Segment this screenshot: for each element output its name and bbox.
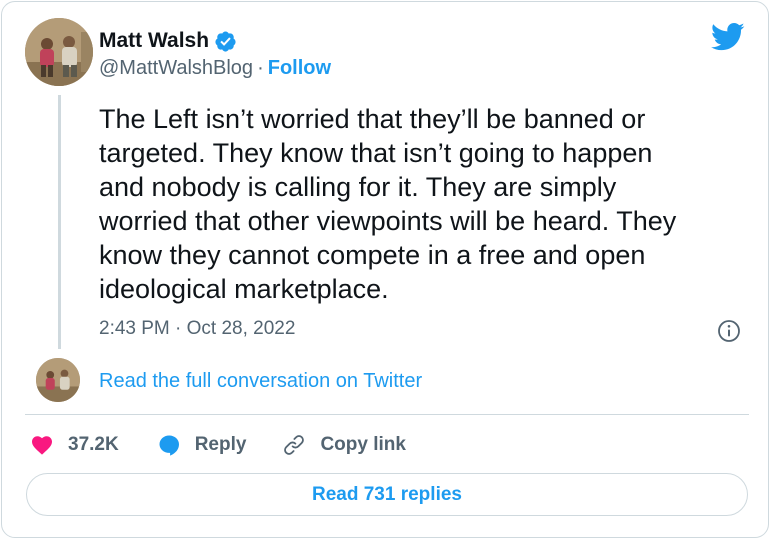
author-handle[interactable]: @MattWalshBlog [99,57,253,80]
heart-icon [32,436,52,455]
author-handle-row: @MattWalshBlog · Follow [99,57,331,80]
author-name-row: Matt Walsh [99,29,237,53]
reply-button[interactable]: Reply [157,433,247,457]
reply-bubble-icon [159,435,179,456]
info-icon[interactable] [717,319,741,343]
read-conversation-link[interactable]: Read the full conversation on Twitter [99,370,422,393]
separator-dot: · [257,57,264,79]
avatar-photo [25,18,93,86]
thread-line [58,95,61,349]
action-bar: 37.2K Reply Copy link [30,430,406,460]
tweet-text: The Left isn’t worried that they’ll be b… [99,104,677,304]
tweet-embed-card: Matt Walsh @MattWalshBlog · Follow The L… [1,1,769,538]
twitter-bird-icon[interactable] [711,22,745,52]
author-name[interactable]: Matt Walsh [99,29,209,53]
copy-link-label: Copy link [320,434,406,455]
divider [25,414,749,415]
like-button[interactable]: 37.2K [30,433,119,457]
avatar-photo-small [36,358,80,402]
follow-link[interactable]: Follow [268,57,331,80]
verified-badge-icon [215,30,236,52]
tweet-timestamp[interactable]: 2:43 PM · Oct 28, 2022 [99,318,295,340]
read-replies-button[interactable]: Read 731 replies [26,473,748,516]
author-avatar[interactable] [25,18,93,86]
like-count: 37.2K [68,434,119,455]
link-icon [284,435,305,455]
reply-label: Reply [194,434,247,455]
copy-link-button[interactable]: Copy link [282,433,406,457]
conversation-avatar[interactable] [36,358,80,402]
